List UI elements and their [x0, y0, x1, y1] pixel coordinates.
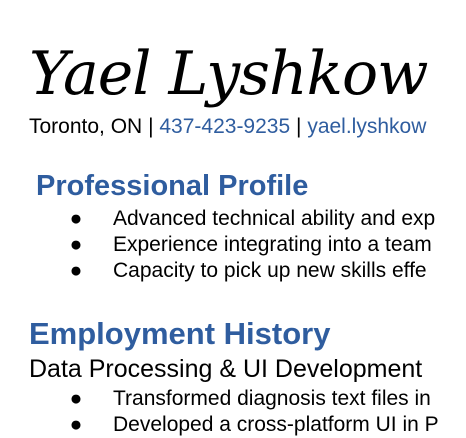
- list-item: ● Transformed diagnosis text files in: [0, 386, 466, 412]
- email-link[interactable]: yael.lyshkow: [307, 115, 426, 138]
- phone-link[interactable]: 437-423-9235: [159, 115, 290, 138]
- section-heading-professional-profile: Professional Profile: [36, 170, 309, 202]
- candidate-name: Yael Lyshkow: [29, 39, 428, 109]
- list-item-text: Advanced technical ability and exp: [113, 207, 436, 230]
- profile-bullet-list: ● Advanced technical ability and exp ● E…: [0, 206, 466, 284]
- list-item-text: Developed a cross-platform UI in P: [113, 413, 439, 436]
- bullet-icon: ●: [69, 207, 83, 230]
- list-item-text: Capacity to pick up new skills effe: [113, 259, 427, 282]
- list-item-text: Transformed diagnosis text files in: [113, 387, 431, 410]
- employment-bullet-list: ● Transformed diagnosis text files in ● …: [0, 386, 466, 438]
- bullet-icon: ●: [69, 233, 83, 256]
- separator: |: [296, 115, 302, 138]
- bullet-icon: ●: [69, 259, 83, 282]
- job-title: Data Processing & UI Development: [29, 355, 423, 383]
- list-item: ● Developed a cross-platform UI in P: [0, 412, 466, 438]
- list-item: ● Capacity to pick up new skills effe: [0, 258, 466, 284]
- list-item: ● Experience integrating into a team: [0, 232, 466, 258]
- bullet-icon: ●: [69, 387, 83, 410]
- section-heading-employment-history: Employment History: [29, 316, 331, 351]
- location-text: Toronto, ON: [29, 115, 143, 138]
- contact-line: Toronto, ON | 437-423-9235 | yael.lyshko…: [29, 113, 426, 141]
- bullet-icon: ●: [69, 413, 83, 436]
- list-item-text: Experience integrating into a team: [113, 233, 432, 256]
- list-item: ● Advanced technical ability and exp: [0, 206, 466, 232]
- separator: |: [148, 115, 154, 138]
